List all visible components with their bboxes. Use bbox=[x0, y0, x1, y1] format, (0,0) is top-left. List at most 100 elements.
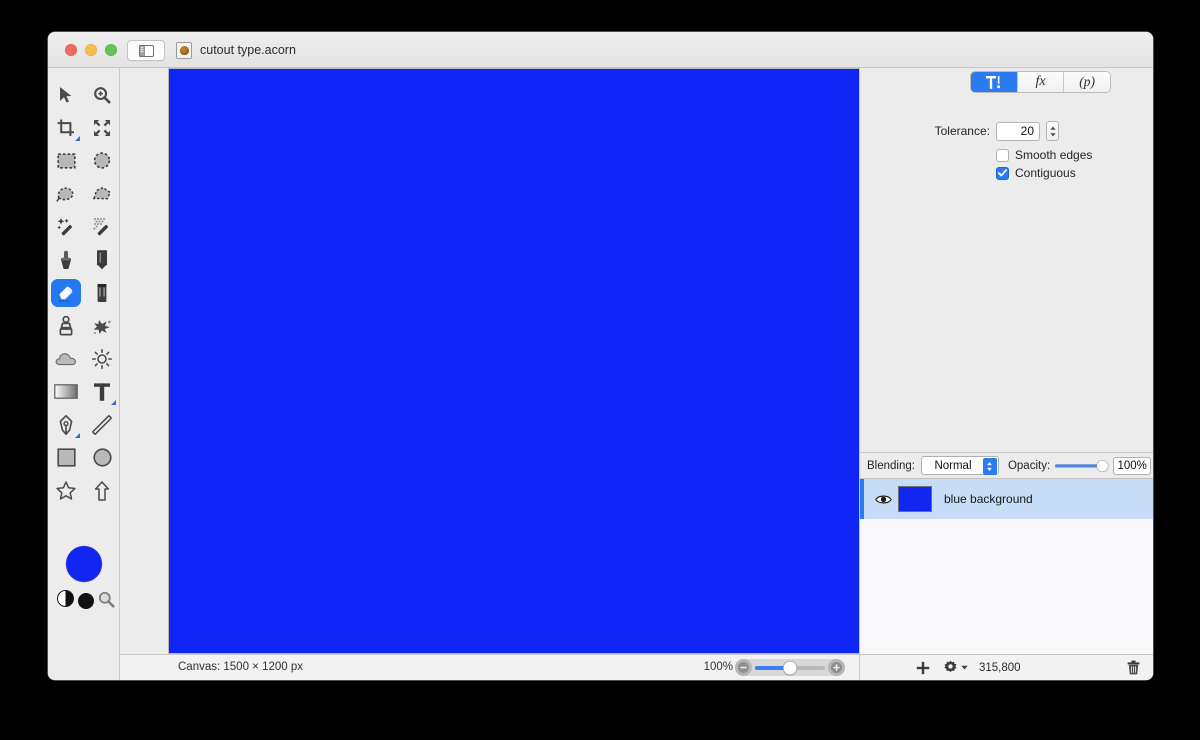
dashed-rectangle-icon bbox=[56, 152, 76, 169]
magnifier-plus-icon bbox=[94, 86, 111, 104]
status-bar: Canvas: 1500 × 1200 px 100% bbox=[120, 654, 859, 680]
marker-tool[interactable] bbox=[84, 276, 120, 309]
opacity-label: Opacity: bbox=[1007, 459, 1051, 472]
minimize-button[interactable] bbox=[85, 44, 97, 56]
tab-filters[interactable]: fx bbox=[1017, 72, 1065, 92]
rectangle-icon bbox=[56, 448, 76, 467]
dashed-ellipse-icon bbox=[93, 152, 111, 169]
text-t-icon bbox=[94, 382, 110, 401]
ellipse-shape-tool[interactable] bbox=[84, 441, 120, 474]
tool-grid bbox=[48, 78, 120, 507]
inspector-panel: fx (p) Tolerance: 20 Smooth edges Contig… bbox=[859, 68, 1153, 680]
chevron-down-icon bbox=[961, 665, 968, 670]
text-tool[interactable] bbox=[84, 375, 120, 408]
blending-select[interactable]: Normal bbox=[920, 456, 999, 475]
line-icon bbox=[92, 414, 112, 435]
tool-variant-badge bbox=[75, 433, 80, 438]
marker-icon bbox=[97, 283, 107, 302]
pixel-count-label: 315,800 bbox=[979, 661, 1021, 674]
opacity-value[interactable]: 100% bbox=[1113, 456, 1152, 475]
canvas-area bbox=[120, 68, 907, 654]
eraser-icon bbox=[57, 286, 73, 302]
tool-variant-badge bbox=[111, 400, 116, 405]
eye-icon bbox=[874, 495, 892, 503]
plus-icon bbox=[916, 661, 930, 674]
sun-icon bbox=[92, 348, 112, 369]
document-icon bbox=[176, 42, 192, 59]
image-canvas[interactable] bbox=[168, 68, 907, 654]
opacity-slider[interactable] bbox=[1055, 459, 1109, 473]
layer-name-label[interactable]: blue background bbox=[944, 492, 1033, 506]
line-tool[interactable] bbox=[84, 408, 120, 441]
default-black-color-well[interactable] bbox=[78, 593, 94, 609]
sidebar-toggle-button[interactable] bbox=[127, 40, 165, 61]
magic-wand-dotted-icon bbox=[92, 218, 108, 236]
rectangular-selection-tool[interactable] bbox=[48, 144, 84, 177]
blending-bar: Blending: Normal Opacity: 100% bbox=[860, 452, 1153, 478]
smudge-tool[interactable] bbox=[84, 309, 120, 342]
plus-circle-icon bbox=[831, 662, 842, 673]
zoom-button[interactable] bbox=[105, 44, 117, 56]
zoom-tool[interactable] bbox=[84, 78, 120, 111]
eraser-tool[interactable] bbox=[48, 276, 84, 309]
layer-thumbnail bbox=[898, 486, 932, 512]
color-picker-magnifier-icon[interactable] bbox=[98, 591, 115, 613]
zoom-out-button[interactable] bbox=[735, 659, 752, 676]
layer-visibility-toggle[interactable] bbox=[874, 494, 892, 505]
magic-wand-tool[interactable] bbox=[48, 210, 84, 243]
add-layer-button[interactable] bbox=[916, 661, 930, 675]
tab-tool-options[interactable] bbox=[971, 72, 1018, 92]
contiguous-checkbox[interactable]: Contiguous bbox=[996, 166, 1076, 180]
swap-colors-icon[interactable] bbox=[57, 590, 74, 607]
delete-layer-button[interactable] bbox=[1127, 660, 1140, 675]
transform-tool[interactable] bbox=[84, 111, 120, 144]
rectangle-shape-tool[interactable] bbox=[48, 441, 84, 474]
move-arrows-icon bbox=[94, 119, 110, 136]
clone-stamp-icon bbox=[59, 315, 73, 335]
tab-presets[interactable]: (p) bbox=[1064, 72, 1110, 92]
tolerance-label: Tolerance: bbox=[934, 124, 990, 138]
paint-bucket-tool[interactable] bbox=[48, 243, 84, 276]
app-window: cutout type.acorn Canvas: 1500 × 1200 px… bbox=[48, 32, 1153, 680]
up-arrow-icon bbox=[94, 480, 110, 501]
star-shape-tool[interactable] bbox=[48, 474, 84, 507]
inspector-segmented-control[interactable]: fx (p) bbox=[970, 71, 1111, 93]
layer-selection-accent bbox=[860, 479, 864, 519]
elliptical-selection-tool[interactable] bbox=[84, 144, 120, 177]
clone-stamp-tool[interactable] bbox=[48, 309, 84, 342]
pen-tool[interactable] bbox=[48, 408, 84, 441]
opacity-knob[interactable] bbox=[1097, 460, 1109, 471]
chevron-up-down-icon bbox=[987, 462, 993, 471]
contiguous-box[interactable] bbox=[996, 166, 1009, 180]
layer-list: blue background bbox=[860, 478, 1153, 654]
zoom-slider[interactable] bbox=[735, 659, 845, 676]
lasso-tool[interactable] bbox=[48, 177, 84, 210]
gear-icon bbox=[944, 660, 957, 672]
arrow-shape-tool[interactable] bbox=[84, 474, 120, 507]
polygonal-lasso-tool[interactable] bbox=[84, 177, 120, 210]
layer-actions-button[interactable] bbox=[943, 660, 968, 675]
zoom-in-button[interactable] bbox=[828, 659, 845, 676]
dodge-tool[interactable] bbox=[84, 342, 120, 375]
instant-alpha-tool[interactable] bbox=[84, 210, 120, 243]
close-button[interactable] bbox=[65, 44, 77, 56]
blur-tool[interactable] bbox=[48, 342, 84, 375]
crop-tool[interactable] bbox=[48, 111, 84, 144]
smooth-edges-box[interactable] bbox=[996, 148, 1009, 162]
pencil-tool[interactable] bbox=[84, 243, 120, 276]
gradient-tool[interactable] bbox=[48, 375, 84, 408]
tolerance-input[interactable]: 20 bbox=[996, 121, 1040, 141]
acorn-glyph bbox=[179, 46, 189, 55]
layer-row[interactable]: blue background bbox=[860, 479, 1153, 519]
foreground-color-well[interactable] bbox=[66, 546, 102, 582]
ellipse-icon bbox=[92, 448, 112, 467]
arrow-cursor-icon bbox=[60, 86, 72, 103]
smooth-edges-checkbox[interactable]: Smooth edges bbox=[996, 148, 1092, 162]
gradient-icon bbox=[54, 384, 78, 399]
check-icon bbox=[998, 169, 1007, 177]
zoom-slider-track[interactable] bbox=[755, 661, 825, 674]
zoom-level-label: 100% bbox=[703, 661, 733, 673]
tolerance-stepper[interactable] bbox=[1046, 121, 1059, 141]
zoom-slider-knob[interactable] bbox=[783, 661, 797, 674]
move-tool[interactable] bbox=[48, 78, 84, 111]
